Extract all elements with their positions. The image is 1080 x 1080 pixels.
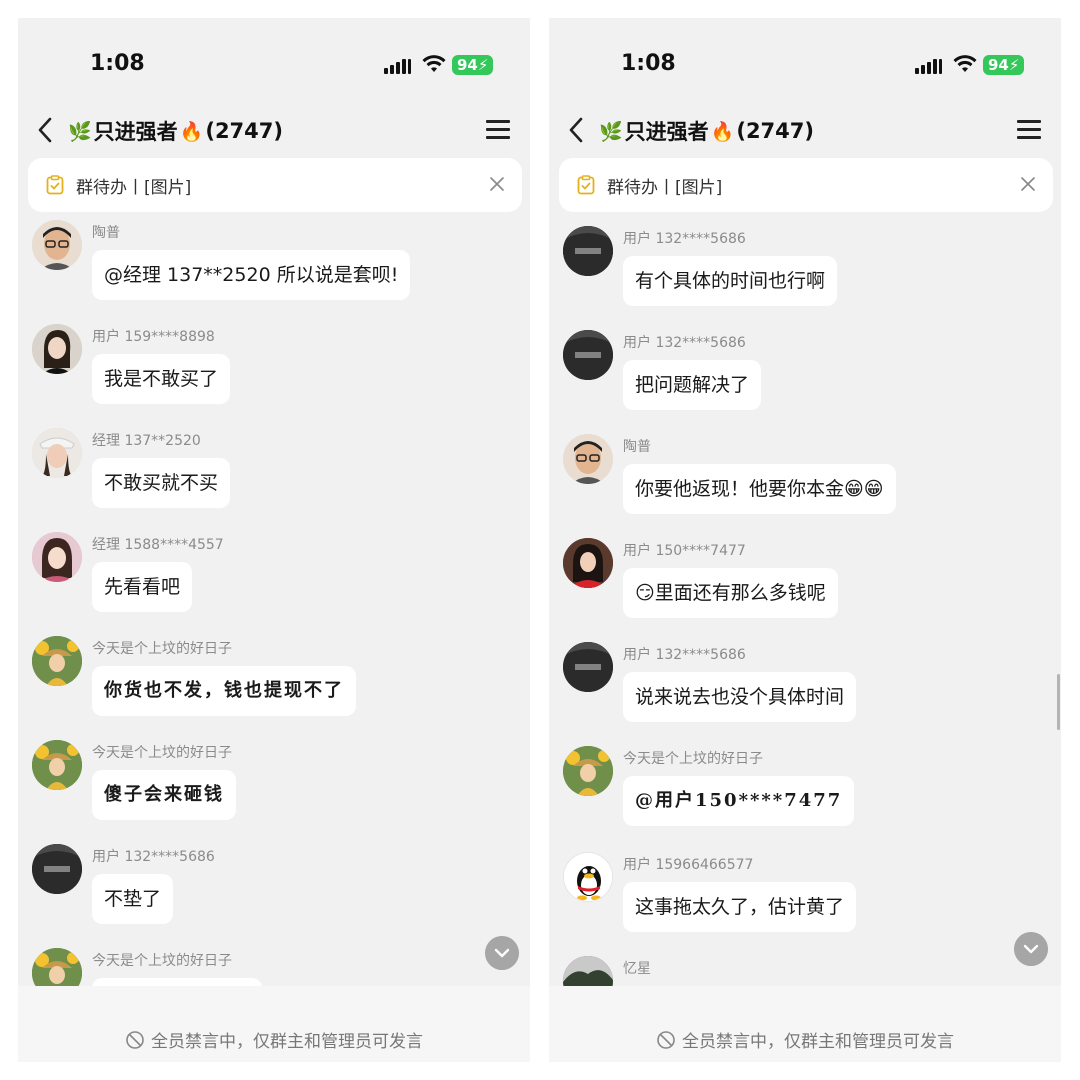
todo-text: 群待办丨[图片] (607, 177, 723, 198)
sender-name: 用户 132****5686 (92, 849, 215, 865)
battery-icon: 94⚡ (452, 55, 494, 75)
message-bubble[interactable]: @用户150****7477 (623, 776, 855, 826)
fire-emoji: 🔥 (179, 120, 204, 143)
no-speak-icon (657, 1030, 675, 1049)
sender-name: 用户 132****5686 (623, 647, 746, 663)
avatar[interactable] (32, 636, 82, 686)
avatar[interactable] (563, 538, 613, 588)
message-bubble[interactable]: 把问题解决了 (623, 360, 762, 410)
message-bubble[interactable]: 先看看吧 (92, 562, 193, 612)
nav-bar: 🌿 只进强者 🔥 (2747) (549, 104, 1061, 158)
avatar[interactable] (32, 220, 82, 270)
avatar[interactable] (563, 956, 613, 986)
chevron-left-icon[interactable] (565, 116, 589, 144)
message-bubble[interactable]: 有个具体的时间也行啊 (623, 256, 838, 306)
message-bubble[interactable] (92, 978, 262, 986)
message-bubble[interactable]: 说来说去也没个具体时间 (623, 672, 857, 722)
sender-name: 用户 15966466577 (623, 857, 754, 873)
sender-name: 用户 132****5686 (623, 335, 746, 351)
sender-name: 陶普 (92, 225, 120, 241)
avatar[interactable] (563, 852, 613, 902)
avatar[interactable] (563, 746, 613, 796)
message-bubble[interactable]: 我是不敢买了 (92, 354, 231, 404)
status-bar: 1:08 94⚡ (18, 18, 530, 104)
group-title[interactable]: 🌿 只进强者 🔥 (2747) (599, 116, 814, 146)
no-speak-icon (126, 1030, 144, 1049)
avatar[interactable] (32, 532, 82, 582)
message-bubble[interactable]: 傻子会来砸钱 (92, 770, 236, 820)
message-bubble[interactable]: 这事拖太久了，估计黄了 (623, 882, 857, 932)
battery-level: 94 (988, 56, 1009, 74)
close-icon[interactable] (488, 175, 506, 193)
cellular-signal-icon (384, 56, 412, 74)
member-count: (2747) (736, 119, 814, 143)
leaf-emoji: 🌿 (599, 120, 623, 143)
avatar[interactable] (32, 428, 82, 478)
message-list[interactable]: 用户 132****5686 有个具体的时间也行啊 用户 132****5686… (549, 214, 1061, 986)
scrollbar[interactable] (1057, 674, 1060, 730)
group-todo-bar[interactable]: 群待办丨[图片] (28, 158, 522, 212)
wifi-icon (422, 55, 446, 72)
status-time: 1:08 (621, 51, 676, 76)
avatar[interactable] (32, 844, 82, 894)
mute-notice: 全员禁言中，仅群主和管理员可发言 (18, 1027, 530, 1052)
avatar[interactable] (563, 642, 613, 692)
sender-name: 今天是个上坟的好日子 (92, 745, 232, 761)
sender-name: 今天是个上坟的好日子 (92, 953, 232, 969)
avatar[interactable] (32, 324, 82, 374)
left-chat-screen: 1:08 94⚡ 🌿 只进强者 🔥 (2747) 群待办丨[图片] 陶普 @经理… (18, 18, 530, 1062)
avatar[interactable] (32, 740, 82, 790)
todo-text: 群待办丨[图片] (76, 177, 192, 198)
sender-name: 今天是个上坟的好日子 (92, 641, 232, 657)
clipboard-check-icon (46, 175, 64, 195)
hamburger-menu-icon[interactable] (1017, 120, 1041, 140)
battery-level: 94 (457, 56, 478, 74)
battery-icon: 94⚡ (983, 55, 1025, 75)
member-count: (2747) (205, 119, 283, 143)
avatar[interactable] (563, 226, 613, 276)
input-area: 全员禁言中，仅群主和管理员可发言 (18, 986, 530, 1062)
group-title[interactable]: 🌿 只进强者 🔥 (2747) (68, 116, 283, 146)
chevron-down-icon[interactable] (485, 936, 519, 970)
chevron-left-icon[interactable] (34, 116, 58, 144)
message-bubble[interactable]: 你货也不发，钱也提现不了 (92, 666, 356, 716)
sender-name: 用户 150****7477 (623, 543, 746, 559)
avatar[interactable] (563, 330, 613, 380)
message-list[interactable]: 陶普 @经理 137**2520 所以说是套呗! 用户 159****8898 … (18, 214, 530, 986)
fire-emoji: 🔥 (710, 120, 735, 143)
group-todo-bar[interactable]: 群待办丨[图片] (559, 158, 1053, 212)
sender-name: 经理 1588****4557 (92, 537, 224, 553)
clipboard-check-icon (577, 175, 595, 195)
message-bubble[interactable]: @经理 137**2520 所以说是套呗! (92, 250, 411, 300)
mute-notice-text: 全员禁言中，仅群主和管理员可发言 (151, 1032, 423, 1052)
message-bubble[interactable]: 不敢买就不买 (92, 458, 231, 508)
mute-notice-text: 全员禁言中，仅群主和管理员可发言 (682, 1032, 954, 1052)
cellular-signal-icon (915, 56, 943, 74)
avatar[interactable] (32, 948, 82, 986)
nav-bar: 🌿 只进强者 🔥 (2747) (18, 104, 530, 158)
sender-name: 经理 137**2520 (92, 433, 201, 449)
close-icon[interactable] (1019, 175, 1037, 193)
group-name: 只进强者 (93, 120, 178, 144)
sender-name: 用户 132****5686 (623, 231, 746, 247)
avatar[interactable] (563, 434, 613, 484)
sender-name: 今天是个上坟的好日子 (623, 751, 763, 767)
hamburger-menu-icon[interactable] (486, 120, 510, 140)
status-time: 1:08 (90, 51, 145, 76)
message-bubble[interactable]: 你要他返现！他要你本金😁😁 (623, 464, 896, 514)
wifi-icon (953, 55, 977, 72)
status-bar: 1:08 94⚡ (549, 18, 1061, 104)
sender-name: 忆星 (623, 961, 651, 977)
mute-notice: 全员禁言中，仅群主和管理员可发言 (549, 1027, 1061, 1052)
message-bubble[interactable]: 😏里面还有那么多钱呢 (623, 568, 838, 618)
chevron-down-icon[interactable] (1014, 932, 1048, 966)
message-bubble[interactable]: 不垫了 (92, 874, 174, 924)
sender-name: 用户 159****8898 (92, 329, 215, 345)
leaf-emoji: 🌿 (68, 120, 92, 143)
right-chat-screen: 1:08 94⚡ 🌿 只进强者 🔥 (2747) 群待办丨[图片] 用户 132… (549, 18, 1061, 1062)
sender-name: 陶普 (623, 439, 651, 455)
group-name: 只进强者 (624, 120, 709, 144)
input-area: 全员禁言中，仅群主和管理员可发言 (549, 986, 1061, 1062)
